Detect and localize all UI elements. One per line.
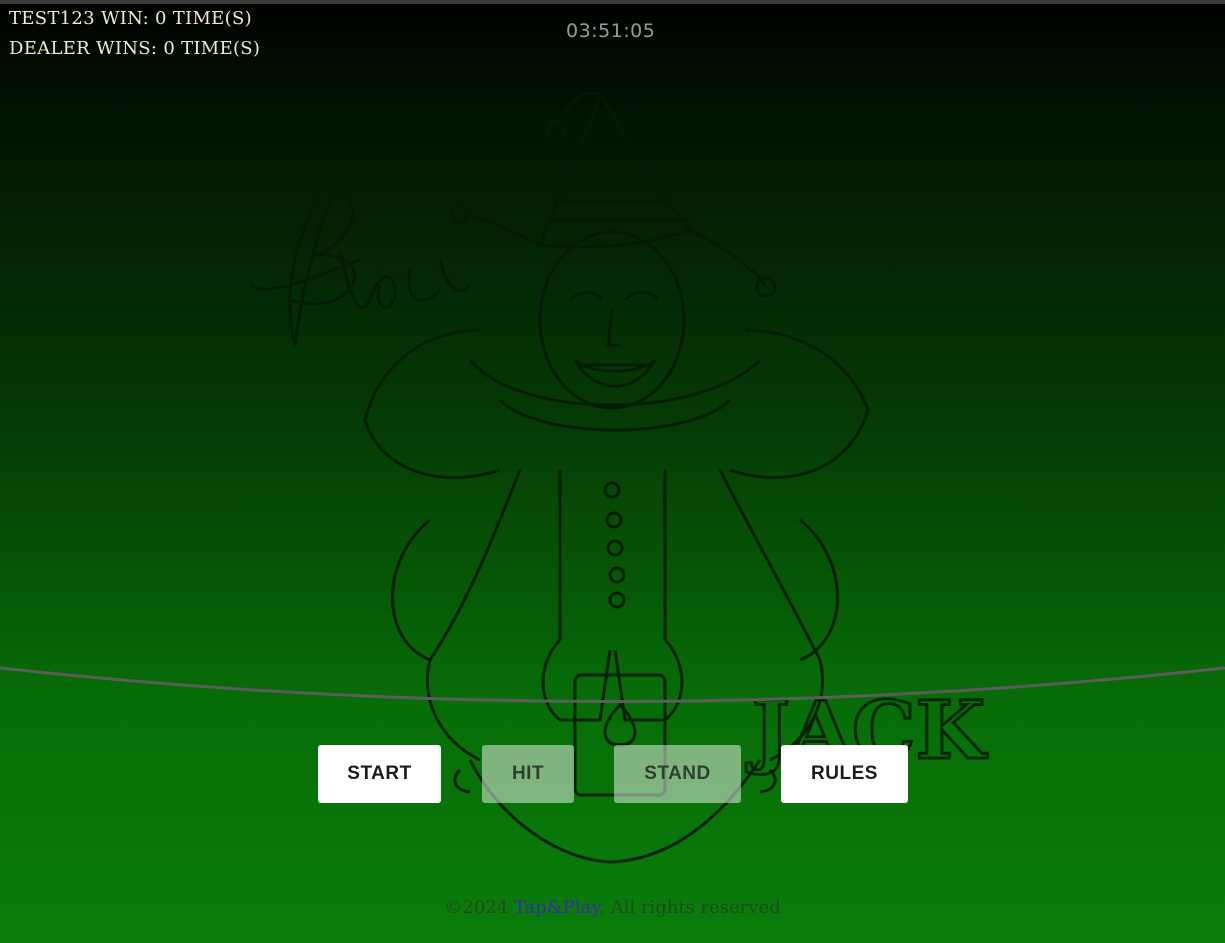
dealer-wins-counter: DEALER WINS: 0 TIME(S) <box>9 38 261 59</box>
player-wins-counter: TEST123 WIN: 0 TIME(S) <box>9 8 252 29</box>
rules-button[interactable]: RULES <box>781 745 908 803</box>
game-timer: 03:51:05 <box>566 20 656 42</box>
footer-suffix: . All rights reserved <box>599 897 781 918</box>
stand-button[interactable]: STAND <box>614 745 741 803</box>
jester-illustration: JACK <box>249 91 989 864</box>
window-top-strip <box>0 0 1225 4</box>
brand-link[interactable]: Tap&Play <box>514 897 599 918</box>
footer-prefix: ©2024 <box>444 897 514 918</box>
hit-button[interactable]: HIT <box>482 745 574 803</box>
start-button[interactable]: START <box>318 745 441 803</box>
table-edge-arc <box>0 666 1225 703</box>
footer-copyright: ©2024 Tap&Play. All rights reserved <box>0 897 1225 918</box>
